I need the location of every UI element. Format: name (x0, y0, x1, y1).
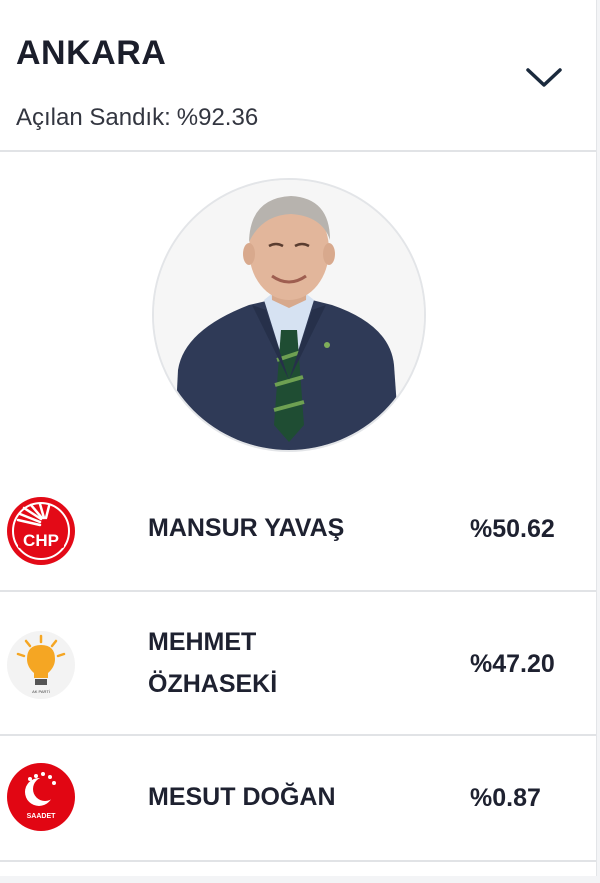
svg-text:CHP: CHP (23, 531, 59, 550)
candidate-name-line: MANSUR YAVAŞ (148, 514, 345, 542)
ak-parti-logo-icon: AK PARTİ (6, 630, 76, 700)
candidate-row[interactable]: CHP MANSUR YAVAŞ %50.62 (0, 463, 596, 592)
chp-logo-icon: CHP (6, 496, 76, 566)
opened-ballot-box-info: Açılan Sandık: %92.36 (16, 104, 258, 132)
candidate-percentage: %50.62 (470, 515, 555, 543)
candidate-percentage: %47.20 (470, 650, 555, 678)
city-title: ANKARA (16, 34, 167, 72)
svg-text:AK PARTİ: AK PARTİ (32, 689, 50, 694)
candidate-name-line: ÖZHASEKİ (148, 670, 278, 698)
opened-ballot-box-value: %92.36 (176, 104, 259, 131)
candidate-name-line: MESUT DOĞAN (148, 783, 336, 811)
candidate-name: MESUT DOĞAN (148, 776, 408, 818)
card-header: ANKARA Açılan Sandık: %92.36 (0, 0, 596, 152)
candidate-percentage: %0.87 (470, 784, 541, 812)
candidate-photo (152, 178, 426, 452)
svg-text:SAADET: SAADET (27, 813, 57, 820)
candidate-name: MEHMET ÖZHASEKİ (148, 621, 408, 705)
candidate-name: MANSUR YAVAŞ (148, 507, 408, 549)
chevron-down-icon[interactable] (522, 60, 566, 96)
saadet-logo-icon: SAADET (6, 762, 76, 832)
opened-ballot-box-label: Açılan Sandık: (16, 104, 171, 131)
candidate-name-line: MEHMET (148, 628, 257, 656)
candidate-row[interactable]: AK PARTİ MEHMET ÖZHASEKİ %47.20 (0, 592, 596, 736)
candidate-row[interactable]: SAADET MESUT DOĞAN %0.87 (0, 736, 596, 862)
election-result-card: ANKARA Açılan Sandık: %92.36 CHP MANSUR … (0, 0, 597, 876)
